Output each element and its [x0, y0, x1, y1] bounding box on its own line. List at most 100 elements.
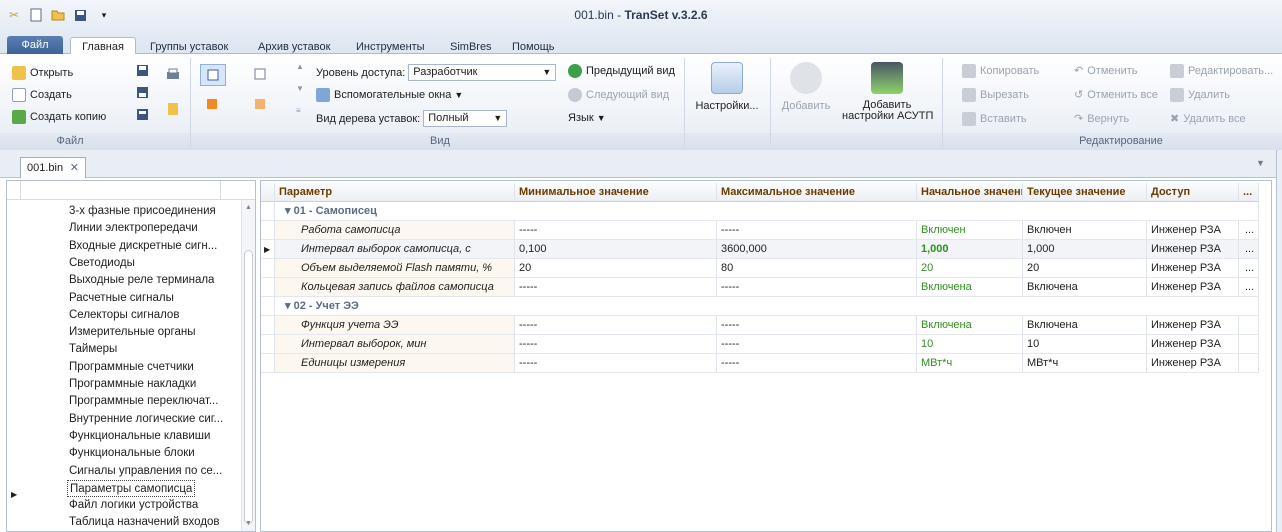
tab-settings-archive[interactable]: Архив уставок — [258, 41, 330, 53]
group-row[interactable]: ▾ 01 - Самописец — [275, 202, 1259, 221]
tree-item[interactable]: Селекторы сигналов — [69, 307, 179, 324]
max-value[interactable]: 80 — [717, 259, 917, 278]
param-name[interactable]: Кольцевая запись файлов самописца — [275, 278, 515, 297]
tree-item[interactable]: Расчетные сигналы — [69, 290, 174, 307]
param-name[interactable]: Интервал выборок, мин — [275, 335, 515, 354]
gallery-more-icon[interactable]: ≡ — [296, 106, 301, 115]
tab-file[interactable]: Файл — [7, 36, 63, 54]
settings-button[interactable]: Настройки... — [690, 62, 764, 112]
param-name[interactable]: Единицы измерения — [275, 354, 515, 373]
access[interactable]: Инженер РЗА — [1147, 259, 1239, 278]
tab-setting-groups[interactable]: Группы уставок — [150, 41, 228, 53]
aux-windows-button[interactable]: Вспомогательные окна ▼ — [316, 88, 463, 102]
column-header-6[interactable]: ... — [1239, 183, 1259, 202]
tree-item[interactable]: Программные накладки — [69, 376, 196, 393]
collapse-chevron-icon[interactable]: ▾ — [285, 205, 294, 217]
min-value[interactable]: 20 — [515, 259, 717, 278]
tree-item[interactable]: Программные переключат... — [69, 393, 218, 410]
tree-scrollbar[interactable]: ▲ ▼ — [241, 200, 255, 531]
current-value[interactable]: Включена — [1023, 316, 1147, 335]
access-level-select[interactable]: Разработчик ▼ — [408, 64, 557, 81]
tree-item[interactable]: Внутренние логические сиг... — [69, 411, 223, 428]
min-value[interactable]: ----- — [515, 278, 717, 297]
param-name[interactable]: Работа самописца — [275, 221, 515, 240]
prev-view-button[interactable]: Предыдущий вид — [568, 64, 675, 78]
export-icon[interactable] — [166, 102, 180, 116]
undo-button[interactable]: ↶ Отменить — [1074, 64, 1137, 78]
tree-item[interactable]: Программные счетчики — [69, 359, 194, 376]
edit-button[interactable]: Редактировать... — [1170, 64, 1273, 78]
scroll-up-icon[interactable]: ▲ — [245, 204, 252, 211]
group-row[interactable]: ▾ 02 - Учет ЭЭ — [275, 297, 1259, 316]
current-value[interactable]: Включена — [1023, 278, 1147, 297]
gallery-up-icon[interactable]: ▲ — [296, 62, 304, 71]
paste-button[interactable]: Вставить — [962, 112, 1027, 126]
more[interactable]: ... — [1239, 259, 1259, 278]
column-header-1[interactable]: Минимальное значение — [515, 183, 717, 202]
tab-help[interactable]: Помощь — [512, 41, 555, 53]
column-header-5[interactable]: Доступ — [1147, 183, 1239, 202]
column-header-0[interactable]: Параметр — [275, 183, 515, 202]
redo-button[interactable]: ↷ Вернуть — [1074, 112, 1129, 126]
max-value[interactable]: 3600,000 — [717, 240, 917, 259]
min-value[interactable]: ----- — [515, 316, 717, 335]
tree-item[interactable]: Таблица назначений входов — [69, 514, 220, 531]
add-button[interactable]: Добавить — [778, 62, 834, 112]
close-icon[interactable]: ✕ — [70, 158, 79, 178]
tree-item[interactable]: Сигналы управления по се... — [69, 463, 222, 480]
create-copy-button[interactable]: Создать копию — [12, 110, 106, 124]
open-button[interactable]: Открыть — [12, 66, 73, 80]
cut-button[interactable]: Вырезать — [962, 88, 1029, 102]
more[interactable]: ... — [1239, 221, 1259, 240]
add-asutp-button[interactable]: Добавить настройки АСУТП — [842, 62, 933, 122]
save-icon[interactable] — [136, 64, 149, 77]
column-header-3[interactable]: Начальное значение — [917, 183, 1023, 202]
copy-button[interactable]: Копировать — [962, 64, 1039, 78]
view-mode-4-icon[interactable] — [254, 98, 266, 110]
tree-item[interactable]: Функциональные клавиши — [69, 428, 210, 445]
document-tab[interactable]: 001.bin ✕ — [20, 157, 86, 178]
initial-value[interactable]: МВт*ч — [917, 354, 1023, 373]
tree-item[interactable]: Таймеры — [69, 341, 117, 358]
more[interactable]: ... — [1239, 278, 1259, 297]
scroll-down-icon[interactable]: ▼ — [245, 520, 252, 527]
tree-item[interactable]: Файл логики устройства — [69, 497, 198, 514]
initial-value[interactable]: 10 — [917, 335, 1023, 354]
tree-item[interactable]: Светодиоды — [69, 255, 135, 272]
initial-value[interactable]: 20 — [917, 259, 1023, 278]
next-view-button[interactable]: Следующий вид — [568, 88, 669, 102]
current-value[interactable]: МВт*ч — [1023, 354, 1147, 373]
tab-tools[interactable]: Инструменты — [356, 41, 425, 53]
current-value[interactable]: 20 — [1023, 259, 1147, 278]
tree-item-selected[interactable]: Параметры самописца — [67, 479, 196, 497]
tree-item[interactable]: 3-х фазные присоединения — [69, 203, 216, 220]
min-value[interactable]: ----- — [515, 335, 717, 354]
initial-value[interactable]: Включена — [917, 316, 1023, 335]
min-value[interactable]: ----- — [515, 221, 717, 240]
max-value[interactable]: ----- — [717, 354, 917, 373]
tab-list-chevron-icon[interactable]: ▼ — [1256, 158, 1265, 168]
tree-item[interactable]: Функциональные блоки — [69, 445, 195, 462]
access[interactable]: Инженер РЗА — [1147, 335, 1239, 354]
tree-item[interactable]: Измерительные органы — [69, 324, 195, 341]
access[interactable]: Инженер РЗА — [1147, 278, 1239, 297]
max-value[interactable]: ----- — [717, 335, 917, 354]
current-value[interactable]: 1,000 — [1023, 240, 1147, 259]
tree-scrollbar-thumb[interactable] — [244, 250, 253, 524]
save-as-icon[interactable] — [136, 86, 149, 99]
delete-button[interactable]: Удалить — [1170, 88, 1230, 102]
gallery-down-icon[interactable]: ▼ — [296, 84, 304, 93]
initial-value[interactable]: Включена — [917, 278, 1023, 297]
min-value[interactable]: 0,100 — [515, 240, 717, 259]
view-mode-2-icon[interactable] — [254, 68, 266, 80]
save-all-icon[interactable] — [136, 108, 149, 121]
param-name[interactable]: Объем выделяемой Flash памяти, % — [275, 259, 515, 278]
access[interactable]: Инженер РЗА — [1147, 354, 1239, 373]
column-header-2[interactable]: Максимальное значение — [717, 183, 917, 202]
access[interactable]: Инженер РЗА — [1147, 316, 1239, 335]
tree-view-select[interactable]: Полный ▼ — [423, 110, 508, 127]
view-mode-3-icon[interactable] — [206, 98, 218, 110]
initial-value[interactable]: 1,000 — [917, 240, 1023, 259]
tree-item[interactable]: Входные дискретные сигн... — [69, 238, 217, 255]
language-button[interactable]: Язык ▼ — [568, 112, 606, 124]
